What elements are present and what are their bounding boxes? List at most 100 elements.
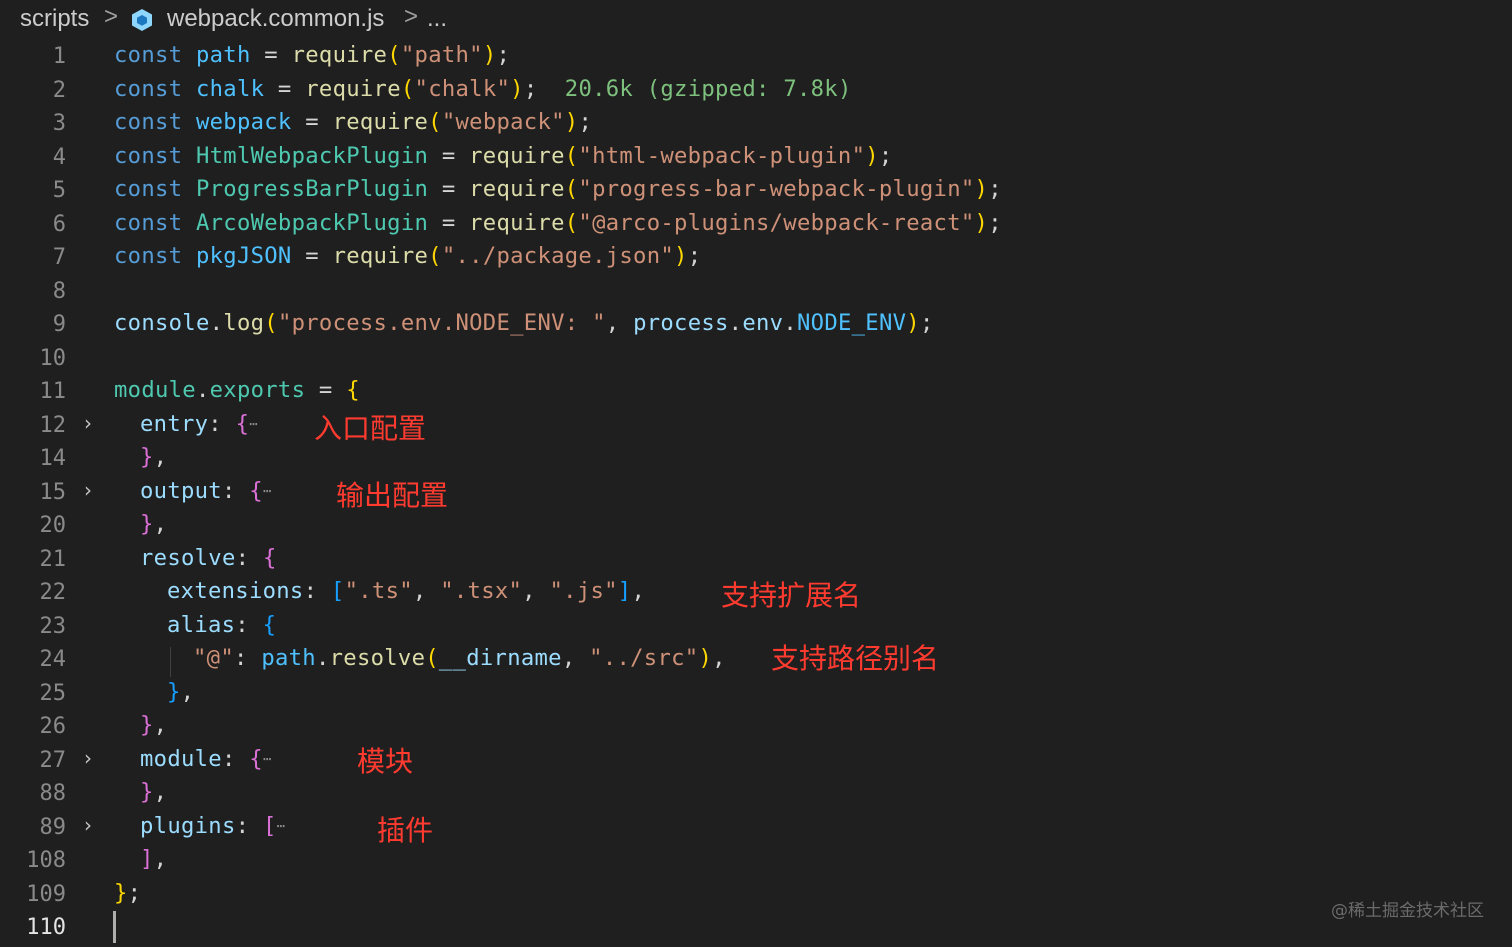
code-line-folded[interactable]: 27 › module: {⋯ 模块 [0, 744, 1512, 778]
code-text: "@": path.resolve(__dirname, "../src"), [193, 645, 726, 671]
code-line[interactable]: 20 }, [0, 509, 1512, 543]
line-number: 9 [52, 312, 66, 337]
code-line[interactable]: 11 module.exports = { [0, 375, 1512, 409]
chevron-right-icon[interactable]: › [84, 746, 104, 776]
code-text: const webpack = require("webpack"); [114, 109, 593, 135]
line-number: 20 [39, 513, 67, 538]
line-number: 2 [52, 77, 66, 103]
chevron-right-icon[interactable]: › [84, 411, 104, 441]
annotation-output: 输出配置 [336, 478, 449, 512]
code-line[interactable]: 14 }, [0, 442, 1512, 476]
line-number: 26 [39, 714, 67, 739]
line-number: 8 [52, 278, 66, 304]
code-text: const pkgJSON = require("../package.json… [114, 243, 702, 269]
code-text: alias: { [167, 611, 277, 638]
line-number: 7 [52, 245, 66, 270]
chevron-right-icon: > [404, 3, 419, 30]
code-text: const ArcoWebpackPlugin = require("@arco… [114, 209, 1002, 236]
code-line[interactable]: 23 alias: { [0, 610, 1512, 644]
code-text: const HtmlWebpackPlugin = require("html-… [114, 142, 893, 169]
code-line-current[interactable]: 110 [0, 911, 1512, 945]
code-text: resolve: { [140, 544, 277, 571]
code-line-folded[interactable]: 15 › output: {⋯ 输出配置 [0, 476, 1512, 512]
code-line[interactable]: 1 const path = require("path"); [0, 40, 1512, 74]
line-number: 15 [39, 479, 67, 505]
line-number: 10 [39, 345, 67, 371]
annotation-plugins: 插件 [377, 813, 434, 847]
line-number: 11 [39, 379, 67, 404]
line-number: 6 [52, 211, 66, 237]
code-line[interactable]: 108 ], [0, 844, 1512, 878]
code-line[interactable]: 22 extensions: [".ts", ".tsx", ".js"], 支… [0, 576, 1512, 612]
chevron-right-icon[interactable]: › [84, 478, 104, 508]
line-number: 110 [26, 915, 66, 940]
code-line[interactable]: 8 [0, 275, 1512, 309]
code-text: module: {⋯ [140, 745, 272, 772]
line-number: 23 [39, 613, 67, 639]
chevron-right-icon: > [104, 3, 119, 30]
annotation-extensions: 支持扩展名 [721, 579, 862, 612]
line-number: 22 [39, 580, 67, 605]
line-number: 27 [39, 747, 67, 773]
code-text: }, [140, 779, 168, 805]
code-line-folded[interactable]: 89 › plugins: [⋯ 插件 [0, 811, 1512, 847]
code-line[interactable]: 88 }, [0, 777, 1512, 811]
chevron-right-icon[interactable]: › [84, 813, 104, 843]
code-line[interactable]: 7 const pkgJSON = require("../package.js… [0, 241, 1512, 275]
code-line[interactable]: 26 }, [0, 710, 1512, 744]
line-number: 5 [52, 178, 66, 203]
text-cursor [113, 911, 116, 943]
code-text: extensions: [".ts", ".tsx", ".js"], [167, 578, 646, 604]
webpack-cube-icon [132, 9, 152, 31]
code-text: }, [140, 511, 168, 537]
code-editor[interactable]: 1 const path = require("path"); 2 const … [0, 40, 1512, 947]
code-line[interactable]: 6 const ArcoWebpackPlugin = require("@ar… [0, 208, 1512, 242]
line-number: 109 [26, 881, 66, 907]
annotation-entry: 入口配置 [314, 411, 427, 445]
code-text: }; [114, 879, 142, 906]
line-number: 108 [26, 848, 66, 873]
code-text: }, [167, 678, 195, 705]
code-line[interactable]: 4 const HtmlWebpackPlugin = require("htm… [0, 141, 1512, 175]
line-number: 88 [39, 781, 67, 806]
line-number: 14 [39, 446, 67, 471]
import-cost-hint: 20.6k (gzipped: 7.8k) [564, 75, 852, 102]
annotation-module: 模块 [357, 744, 414, 778]
code-text: plugins: [⋯ [140, 812, 286, 839]
line-number: 12 [39, 412, 67, 438]
line-number: 21 [39, 546, 67, 572]
line-number: 4 [52, 144, 66, 170]
line-number: 1 [52, 44, 66, 69]
indent-guide [170, 647, 171, 677]
code-text: ], [140, 846, 168, 872]
breadcrumb: scripts > webpack.common.js > ... [0, 0, 1512, 40]
watermark: @稀土掘金技术社区 [1331, 901, 1484, 921]
code-text: const ProgressBarPlugin = require("progr… [114, 176, 1002, 202]
code-text: module.exports = { [114, 377, 360, 403]
code-text: console.log("process.env.NODE_ENV: ", pr… [114, 310, 934, 336]
code-text: }, [140, 712, 168, 738]
line-number: 24 [39, 647, 67, 672]
breadcrumb-file[interactable]: webpack.common.js [167, 5, 384, 33]
line-number: 25 [39, 680, 67, 706]
code-line[interactable]: 3 const webpack = require("webpack"); [0, 107, 1512, 141]
code-line[interactable]: 109 }; [0, 878, 1512, 912]
breadcrumb-folder[interactable]: scripts [20, 5, 89, 33]
code-text: entry: {⋯ [140, 410, 259, 437]
code-line[interactable]: 5 const ProgressBarPlugin = require("pro… [0, 174, 1512, 208]
code-line[interactable]: 2 const chalk = require("chalk"); 20.6k … [0, 74, 1512, 108]
code-text: const chalk = require("chalk"); 20.6k (g… [114, 75, 852, 102]
code-line-folded[interactable]: 12 › entry: {⋯ 入口配置 [0, 409, 1512, 445]
code-text: const path = require("path"); [114, 42, 511, 68]
code-line[interactable]: 21 resolve: { [0, 543, 1512, 577]
code-line[interactable]: 9 console.log("process.env.NODE_ENV: ", … [0, 308, 1512, 342]
code-line[interactable]: 24 "@": path.resolve(__dirname, "../src"… [0, 642, 1512, 677]
code-line[interactable]: 10 [0, 342, 1512, 376]
line-number: 3 [52, 111, 66, 136]
code-text: }, [140, 444, 168, 470]
breadcrumb-more[interactable]: ... [427, 5, 447, 33]
annotation-alias: 支持路径别名 [771, 642, 940, 675]
code-text: output: {⋯ [140, 477, 272, 504]
line-number: 89 [39, 814, 67, 840]
code-line[interactable]: 25 }, [0, 677, 1512, 711]
